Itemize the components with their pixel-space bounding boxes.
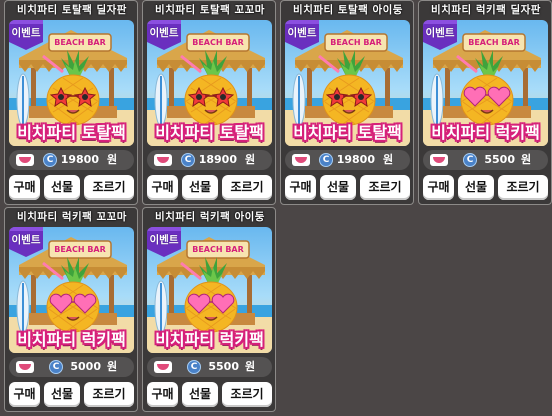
item-price: 18900 — [198, 153, 237, 166]
event-badge: 이벤트 — [11, 234, 41, 246]
mouth-icon — [430, 154, 448, 166]
item-title: 비치파티 토탈팩 딜자판 — [17, 4, 127, 16]
item-title: 비치파티 토탈팩 아이둥 — [293, 4, 403, 16]
mouth-icon — [292, 154, 310, 166]
beach-bar-sign: BEACH BAR — [192, 245, 244, 254]
request-button[interactable]: 조르기 — [84, 175, 134, 200]
item-title: 비치파티 럭키팩 꼬꼬마 — [17, 211, 127, 223]
event-badge: 이벤트 — [149, 27, 179, 39]
buy-button[interactable]: 구매 — [423, 175, 454, 200]
item-price: 19800 — [60, 153, 99, 166]
request-button[interactable]: 조르기 — [84, 382, 134, 407]
buy-button[interactable]: 구매 — [285, 175, 316, 200]
mouth-icon — [16, 154, 34, 166]
currency-label: 원 — [107, 360, 118, 373]
shop-item-card: 비치파티 토탈팩 아이둥 이벤트 BEACH BAR 비치파티 토탈팩 C 19… — [280, 0, 414, 205]
event-badge: 이벤트 — [287, 27, 317, 39]
gift-button[interactable]: 선물 — [44, 382, 80, 407]
shop-item-card: 비치파티 토탈팩 꼬꼬마 이벤트 BEACH BAR 비치파티 토탈팩 C 18… — [142, 0, 276, 205]
event-badge: 이벤트 — [425, 27, 455, 39]
item-banner-image[interactable]: 이벤트 BEACH BAR 비치파티 토탈팩 — [9, 20, 134, 146]
item-banner-image[interactable]: 이벤트 BEACH BAR 비치파티 럭키팩 — [423, 20, 548, 146]
pack-name: 비치파티 토탈팩 — [17, 123, 126, 142]
pack-name: 비치파티 럭키팩 — [431, 123, 540, 142]
shop-item-card: 비치파티 럭키팩 아이둥 이벤트 BEACH BAR 비치파티 럭키팩 C 55… — [142, 207, 276, 412]
item-banner-image[interactable]: 이벤트 BEACH BAR 비치파티 럭키팩 — [147, 227, 272, 353]
gift-button[interactable]: 선물 — [44, 175, 80, 200]
beach-bar-sign: BEACH BAR — [54, 245, 106, 254]
item-price: 5000 — [70, 360, 101, 373]
item-title: 비치파티 토탈팩 꼬꼬마 — [155, 4, 265, 16]
item-title: 비치파티 럭키팩 딜자판 — [431, 4, 541, 16]
pack-name: 비치파티 토탈팩 — [293, 123, 402, 142]
request-button[interactable]: 조르기 — [222, 175, 272, 200]
price-row: C 5500 원 — [147, 357, 272, 377]
coin-icon: C — [43, 153, 57, 167]
price-row: C 19800 원 — [285, 150, 410, 170]
beach-bar-sign: BEACH BAR — [192, 38, 244, 47]
pack-name: 비치파티 토탈팩 — [155, 123, 264, 142]
price-row: C 5500 원 — [423, 150, 548, 170]
mouth-icon — [154, 361, 172, 373]
item-price: 19800 — [336, 153, 375, 166]
shop-item-card: 비치파티 럭키팩 꼬꼬마 이벤트 BEACH BAR 비치파티 럭키팩 C 50… — [4, 207, 138, 412]
price-row: C 19800 원 — [9, 150, 134, 170]
currency-label: 원 — [521, 153, 532, 166]
coin-icon: C — [319, 153, 333, 167]
price-row: C 5000 원 — [9, 357, 134, 377]
currency-label: 원 — [245, 153, 256, 166]
gift-button[interactable]: 선물 — [458, 175, 494, 200]
shop-item-card: 비치파티 토탈팩 딜자판 이벤트 BEACH BAR 비치파티 토탈팩 C 19… — [4, 0, 138, 205]
gift-button[interactable]: 선물 — [182, 175, 218, 200]
pack-name: 비치파티 럭키팩 — [155, 330, 264, 349]
gift-button[interactable]: 선물 — [320, 175, 356, 200]
currency-label: 원 — [383, 153, 394, 166]
buy-button[interactable]: 구매 — [147, 382, 178, 407]
mouth-icon — [16, 361, 34, 373]
item-banner-image[interactable]: 이벤트 BEACH BAR 비치파티 토탈팩 — [285, 20, 410, 146]
beach-bar-sign: BEACH BAR — [330, 38, 382, 47]
request-button[interactable]: 조르기 — [498, 175, 548, 200]
buy-button[interactable]: 구매 — [9, 382, 40, 407]
coin-icon: C — [181, 153, 195, 167]
item-price: 5500 — [484, 153, 515, 166]
currency-label: 원 — [245, 360, 256, 373]
mouth-icon — [154, 154, 172, 166]
item-title: 비치파티 럭키팩 아이둥 — [155, 211, 265, 223]
beach-bar-sign: BEACH BAR — [468, 38, 520, 47]
beach-bar-sign: BEACH BAR — [54, 38, 106, 47]
price-row: C 18900 원 — [147, 150, 272, 170]
gift-button[interactable]: 선물 — [182, 382, 218, 407]
item-price: 5500 — [208, 360, 239, 373]
request-button[interactable]: 조르기 — [222, 382, 272, 407]
currency-label: 원 — [107, 153, 118, 166]
pack-name: 비치파티 럭키팩 — [17, 330, 126, 349]
item-banner-image[interactable]: 이벤트 BEACH BAR 비치파티 럭키팩 — [9, 227, 134, 353]
request-button[interactable]: 조르기 — [360, 175, 410, 200]
item-banner-image[interactable]: 이벤트 BEACH BAR 비치파티 토탈팩 — [147, 20, 272, 146]
event-badge: 이벤트 — [149, 234, 179, 246]
buy-button[interactable]: 구매 — [147, 175, 178, 200]
buy-button[interactable]: 구매 — [9, 175, 40, 200]
shop-item-card: 비치파티 럭키팩 딜자판 이벤트 BEACH BAR 비치파티 럭키팩 C 55… — [418, 0, 552, 205]
event-badge: 이벤트 — [11, 27, 41, 39]
